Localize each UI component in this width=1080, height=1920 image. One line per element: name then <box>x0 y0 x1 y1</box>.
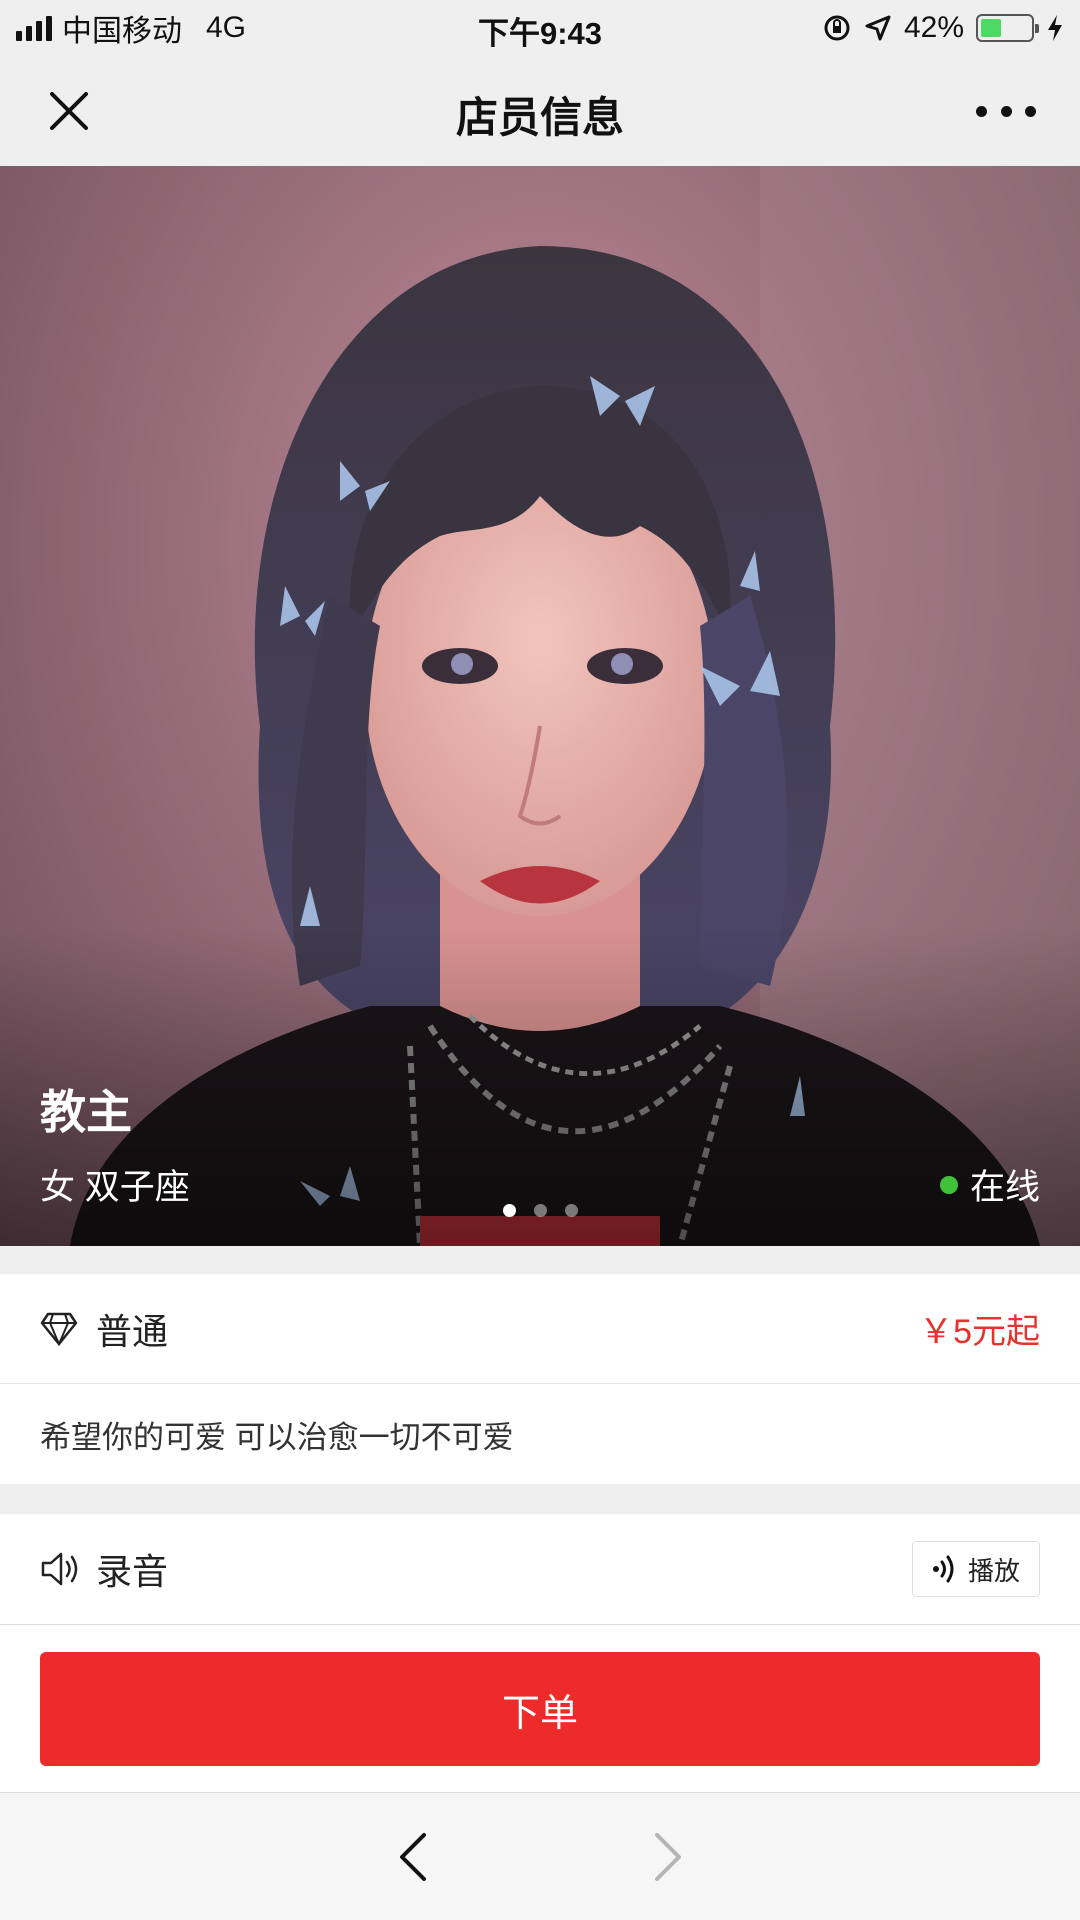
speaker-icon <box>41 1552 78 1586</box>
forward-arrow-icon[interactable] <box>645 1829 691 1885</box>
staff-gender-zodiac: 女 双子座 <box>40 1168 190 1207</box>
carousel-indicator <box>0 1204 1080 1217</box>
status-right: 42% <box>822 8 1064 48</box>
battery-percent: 42% <box>903 11 964 44</box>
location-arrow-icon <box>865 15 891 41</box>
sound-wave-icon <box>932 1555 954 1583</box>
profile-photo-carousel[interactable]: 教主 女 双子座 在线 <box>0 166 1080 1246</box>
carousel-dot <box>502 1204 516 1217</box>
nav-bar: 店员信息 <box>0 56 1080 166</box>
charging-bolt-icon <box>1048 15 1062 41</box>
play-button[interactable]: 播放 <box>912 1541 1040 1597</box>
page-title: 店员信息 <box>455 94 624 141</box>
carousel-dot <box>533 1204 547 1217</box>
battery-fill <box>981 19 1002 37</box>
diamond-icon <box>40 1312 78 1346</box>
staff-name: 教主 <box>40 1086 132 1138</box>
more-icon[interactable] <box>976 86 1036 136</box>
battery-icon <box>976 14 1039 42</box>
online-status-label: 在线 <box>969 1168 1040 1207</box>
level-label: 普通 <box>96 1310 169 1352</box>
online-status: 在线 <box>939 1159 1040 1210</box>
status-bar: 中国移动 4G 下午9:43 42% <box>0 0 1080 56</box>
service-info-card: 普通 ￥5元起 希望你的可爱 可以治愈一切不可爱 <box>0 1274 1080 1484</box>
audio-row: 录音 播放 <box>0 1514 1080 1624</box>
audio-card: 录音 播放 <box>0 1514 1080 1624</box>
back-arrow-icon[interactable] <box>390 1829 436 1885</box>
play-button-label: 播放 <box>967 1555 1020 1586</box>
carousel-dot <box>564 1204 578 1217</box>
orientation-lock-icon <box>824 15 850 41</box>
level-row: 普通 ￥5元起 <box>0 1274 1080 1384</box>
bio-text: 希望你的可爱 可以治愈一切不可爱 <box>40 1419 514 1455</box>
online-dot-icon <box>939 1175 958 1194</box>
starting-price: ￥5元起 <box>919 1313 1040 1351</box>
audio-label: 录音 <box>96 1551 169 1592</box>
place-order-button[interactable]: 下单 <box>40 1652 1040 1766</box>
order-area: 下单 <box>0 1624 1080 1792</box>
browser-nav-bar <box>0 1792 1080 1920</box>
